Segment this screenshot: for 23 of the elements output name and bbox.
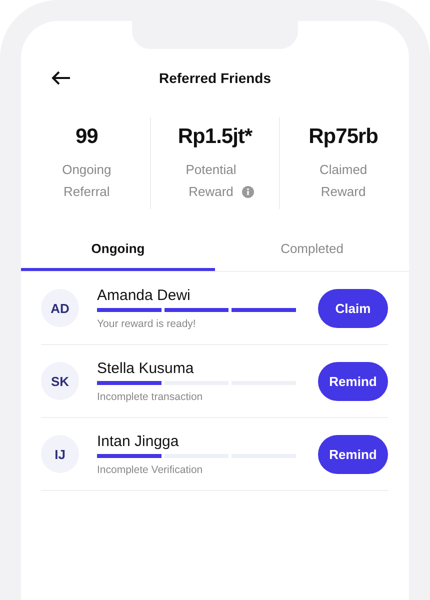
stat-label: Ongoing Referral <box>61 161 112 201</box>
info-icon[interactable] <box>242 186 254 198</box>
action-button[interactable]: Remind <box>318 362 388 400</box>
stat-value: Rp1.5jt* <box>178 125 252 149</box>
tab[interactable]: Ongoing <box>21 233 215 271</box>
friend-name: Amanda Dewi <box>97 286 192 304</box>
stat-label: Claimed Reward <box>318 161 368 201</box>
tab[interactable]: Completed <box>215 233 409 271</box>
status-text: Incomplete Verification <box>97 464 204 476</box>
initials-avatar: IJ <box>41 435 79 473</box>
initials-avatar: SK <box>41 362 79 400</box>
stat-label: Potential Reward <box>184 161 238 201</box>
friend-name: Stella Kusuma <box>97 360 195 376</box>
page-title: Referred Friends <box>158 70 272 86</box>
action-button[interactable]: Claim <box>318 288 388 328</box>
stat-value: Rp75rb <box>308 125 378 149</box>
action-button[interactable]: Remind <box>318 434 388 474</box>
back-arrow-icon[interactable] <box>51 71 71 85</box>
stat-value: 99 <box>75 125 98 149</box>
status-text: Your reward is ready! <box>97 318 197 330</box>
status-text: Incomplete transaction <box>97 390 204 402</box>
friend-name: Intan Jingga <box>97 432 180 450</box>
initials-avatar: AD <box>41 289 79 327</box>
